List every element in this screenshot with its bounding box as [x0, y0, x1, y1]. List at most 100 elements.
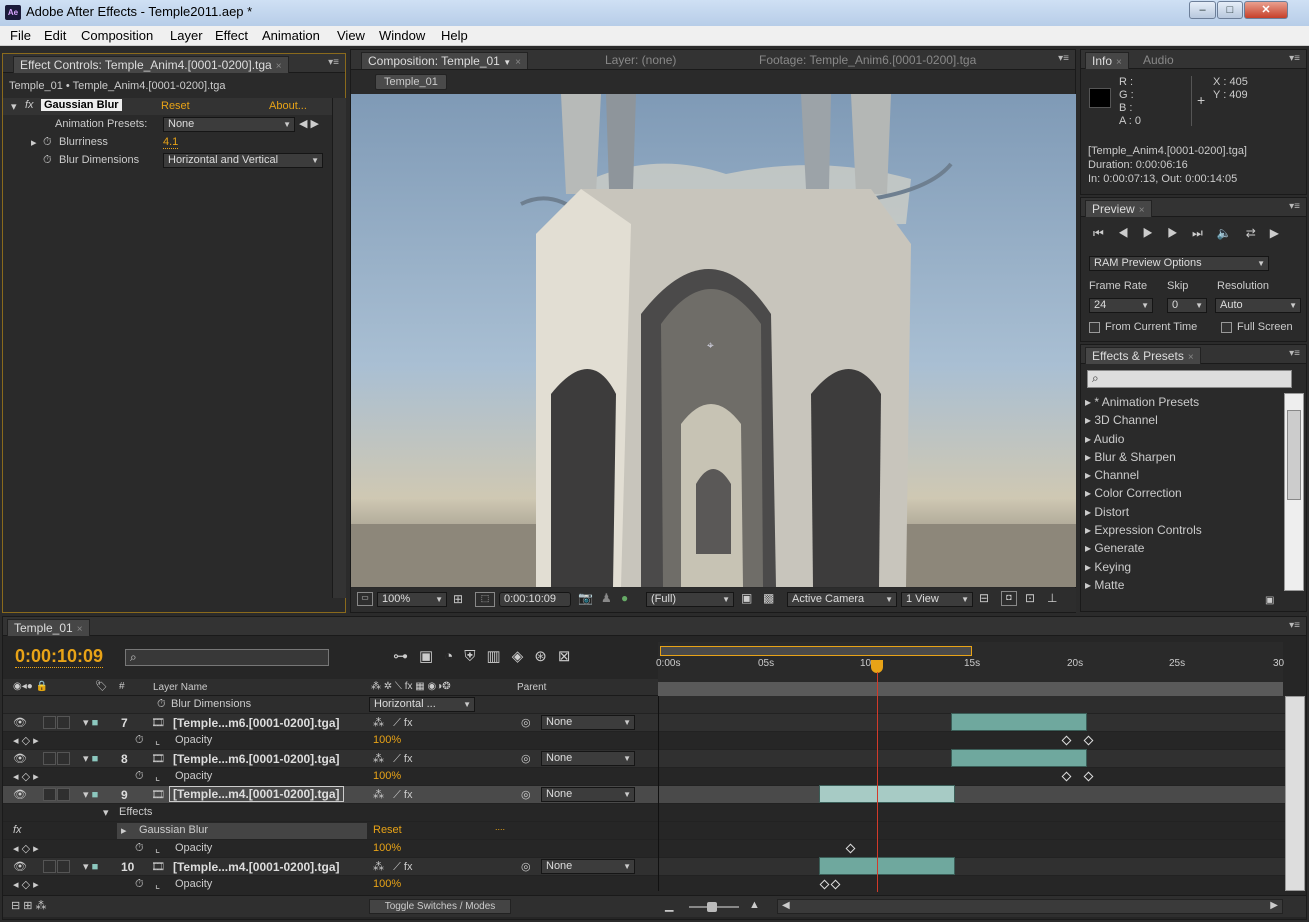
list-item[interactable]: ▸ * Animation Presets: [1085, 393, 1285, 411]
stopwatch-icon[interactable]: ⏱: [43, 154, 52, 167]
layer-switches[interactable]: ⁂ ⟋ fx: [373, 716, 412, 730]
panel-menu-icon[interactable]: ▾≡: [1289, 53, 1300, 64]
next-frame-icon[interactable]: ▶: [1167, 226, 1192, 240]
layer-duration-bar[interactable]: [951, 713, 1087, 731]
keyframe[interactable]: [830, 879, 841, 890]
pickwhip-icon[interactable]: ◎: [521, 860, 531, 873]
keyframe[interactable]: [845, 843, 856, 854]
table-row[interactable]: 👁 ▾ ■ 10 🎞 [Temple...m4.[0001-0200].tga]…: [3, 857, 1285, 876]
panel-menu-icon[interactable]: ▾≡: [1289, 201, 1300, 212]
keyframe[interactable]: [1083, 771, 1094, 782]
tab-timeline[interactable]: Temple_01 ×: [7, 619, 90, 636]
graph-icon[interactable]: ⌞: [155, 770, 160, 783]
list-item[interactable]: ▸ Matte: [1085, 576, 1285, 594]
fx-icon[interactable]: fx: [25, 99, 34, 111]
parent-select[interactable]: None ▼: [541, 751, 635, 766]
frame-blending-icon[interactable]: ⛨: [464, 648, 486, 665]
effect-reset-link[interactable]: Reset: [373, 824, 402, 836]
expand-arrow-icon[interactable]: ▸: [31, 136, 37, 149]
minimize-button[interactable]: –: [1189, 1, 1216, 19]
menu-composition[interactable]: Composition: [81, 28, 153, 43]
transparency-grid-icon[interactable]: ⬚: [475, 592, 495, 607]
resolution-select[interactable]: Auto ▼: [1215, 298, 1301, 313]
zoom-out-icon[interactable]: ▁: [665, 899, 673, 912]
column-layer-name[interactable]: Layer Name: [153, 682, 207, 693]
stopwatch-icon[interactable]: ⏱: [43, 136, 52, 149]
effect-controls-scrollbar[interactable]: [332, 98, 346, 598]
graph-icon[interactable]: ⌞: [155, 734, 160, 747]
keyframe-navigator-icon[interactable]: ◂ ◇ ▸: [13, 734, 39, 747]
current-time-display[interactable]: 0:00:10:09: [499, 592, 571, 607]
toggle-pixel-aspect-icon[interactable]: ⊟: [979, 591, 989, 605]
channels-icon[interactable]: ●: [621, 591, 628, 605]
tab-layer[interactable]: Layer: (none): [599, 52, 682, 69]
pickwhip-icon[interactable]: ◎: [521, 716, 531, 729]
auto-keyframe-icon[interactable]: ⊛: [534, 648, 558, 665]
graph-editor-icon[interactable]: ⊠: [558, 648, 582, 665]
view-layout-select[interactable]: 1 View ▼: [901, 592, 973, 607]
zoom-slider[interactable]: [689, 902, 739, 912]
from-current-time-checkbox[interactable]: [1089, 322, 1100, 333]
expand-arrow-icon[interactable]: ▾: [103, 806, 109, 819]
full-screen-checkbox[interactable]: [1221, 322, 1232, 333]
eye-icon[interactable]: 👁: [13, 752, 27, 765]
close-button[interactable]: ✕: [1244, 1, 1288, 19]
tab-preview[interactable]: Preview ×: [1085, 200, 1152, 217]
grid-icon[interactable]: ⊞: [453, 592, 463, 606]
blur-dimensions-select[interactable]: Horizontal and Vertical ▼: [163, 153, 323, 168]
eye-icon[interactable]: 👁: [13, 788, 27, 801]
keyframe[interactable]: [1083, 735, 1094, 746]
effect-gaussian-blur[interactable]: Gaussian Blur: [139, 824, 208, 836]
toggle-switches-modes-button[interactable]: Toggle Switches / Modes: [369, 899, 511, 914]
effect-about-dots[interactable]: ....: [495, 822, 505, 832]
expand-arrow-icon[interactable]: ▾: [11, 100, 17, 113]
stopwatch-icon[interactable]: ⏱: [135, 770, 144, 783]
pickwhip-icon[interactable]: ◎: [521, 752, 531, 765]
parent-select[interactable]: None ▼: [541, 715, 635, 730]
expand-arrow-icon[interactable]: ▾ ■: [83, 788, 98, 801]
comp-mini-flowchart-icon[interactable]: ⊶: [393, 648, 419, 665]
stopwatch-icon[interactable]: ⏱: [135, 734, 144, 747]
zoom-select[interactable]: 100% ▼: [377, 592, 447, 607]
ram-preview-options-select[interactable]: RAM Preview Options ▼: [1089, 256, 1269, 271]
parent-select[interactable]: None ▼: [541, 787, 635, 802]
layer-duration-bar[interactable]: [819, 857, 955, 875]
expand-arrow-icon[interactable]: ▾ ■: [83, 716, 98, 729]
list-item[interactable]: ▸ Generate: [1085, 539, 1285, 557]
timeline-navigator[interactable]: [658, 682, 1283, 696]
panel-menu-icon[interactable]: ▾≡: [1289, 348, 1300, 359]
list-item[interactable]: ▸ Distort: [1085, 503, 1285, 521]
list-item[interactable]: ▸ 3D Channel: [1085, 411, 1285, 429]
table-row[interactable]: fx ▸ Gaussian Blur Reset ....: [3, 822, 1285, 840]
tab-footage[interactable]: Footage: Temple_Anim6.[0001-0200].tga: [753, 52, 982, 69]
layer-switches[interactable]: ⁂ ⟋ fx: [373, 752, 412, 766]
last-frame-icon[interactable]: ⏭: [1192, 226, 1217, 240]
stopwatch-icon[interactable]: ⏱: [135, 878, 144, 891]
tab-effects-presets[interactable]: Effects & Presets ×: [1085, 347, 1201, 364]
motion-blur-icon[interactable]: ▥: [487, 648, 512, 665]
tab-composition[interactable]: Composition: Temple_01 ▼ ×: [361, 52, 528, 69]
prop-value[interactable]: 100%: [373, 878, 401, 890]
table-row[interactable]: ◂ ◇ ▸ ⏱ ⌞ Opacity 100%: [3, 732, 1285, 750]
panel-menu-icon[interactable]: ▾≡: [1058, 53, 1069, 64]
layer-switches[interactable]: ⁂ ⟋ fx: [373, 788, 412, 802]
panel-menu-icon[interactable]: ▾≡: [1289, 620, 1300, 631]
timeline-search-input[interactable]: ⌕: [125, 649, 329, 666]
timeline-current-time[interactable]: 0:00:10:09: [15, 646, 104, 668]
time-ruler[interactable]: [658, 642, 1283, 696]
timeline-icon[interactable]: ⊡: [1025, 591, 1035, 605]
work-area-bar[interactable]: [660, 646, 972, 656]
first-frame-icon[interactable]: ⏮: [1093, 226, 1118, 240]
table-row[interactable]: ◂ ◇ ▸ ⏱ ⌞ Opacity 100%: [3, 768, 1285, 786]
comp-navigator-button[interactable]: Temple_01: [375, 74, 447, 90]
layer-duration-bar[interactable]: [951, 749, 1087, 767]
camera-view-select[interactable]: Active Camera ▼: [787, 592, 897, 607]
keyframe-navigator-icon[interactable]: ◂ ◇ ▸: [13, 878, 39, 891]
stopwatch-icon[interactable]: ⏱: [135, 842, 144, 855]
table-row[interactable]: 👁 ▾ ■ 8 🎞 [Temple...m6.[0001-0200].tga] …: [3, 749, 1285, 768]
checkerboard-icon[interactable]: ▩: [763, 591, 774, 605]
menu-view[interactable]: View: [337, 28, 365, 43]
graph-icon[interactable]: ⌞: [155, 842, 160, 855]
keyframe[interactable]: [1061, 771, 1072, 782]
pickwhip-icon[interactable]: ◎: [521, 788, 531, 801]
